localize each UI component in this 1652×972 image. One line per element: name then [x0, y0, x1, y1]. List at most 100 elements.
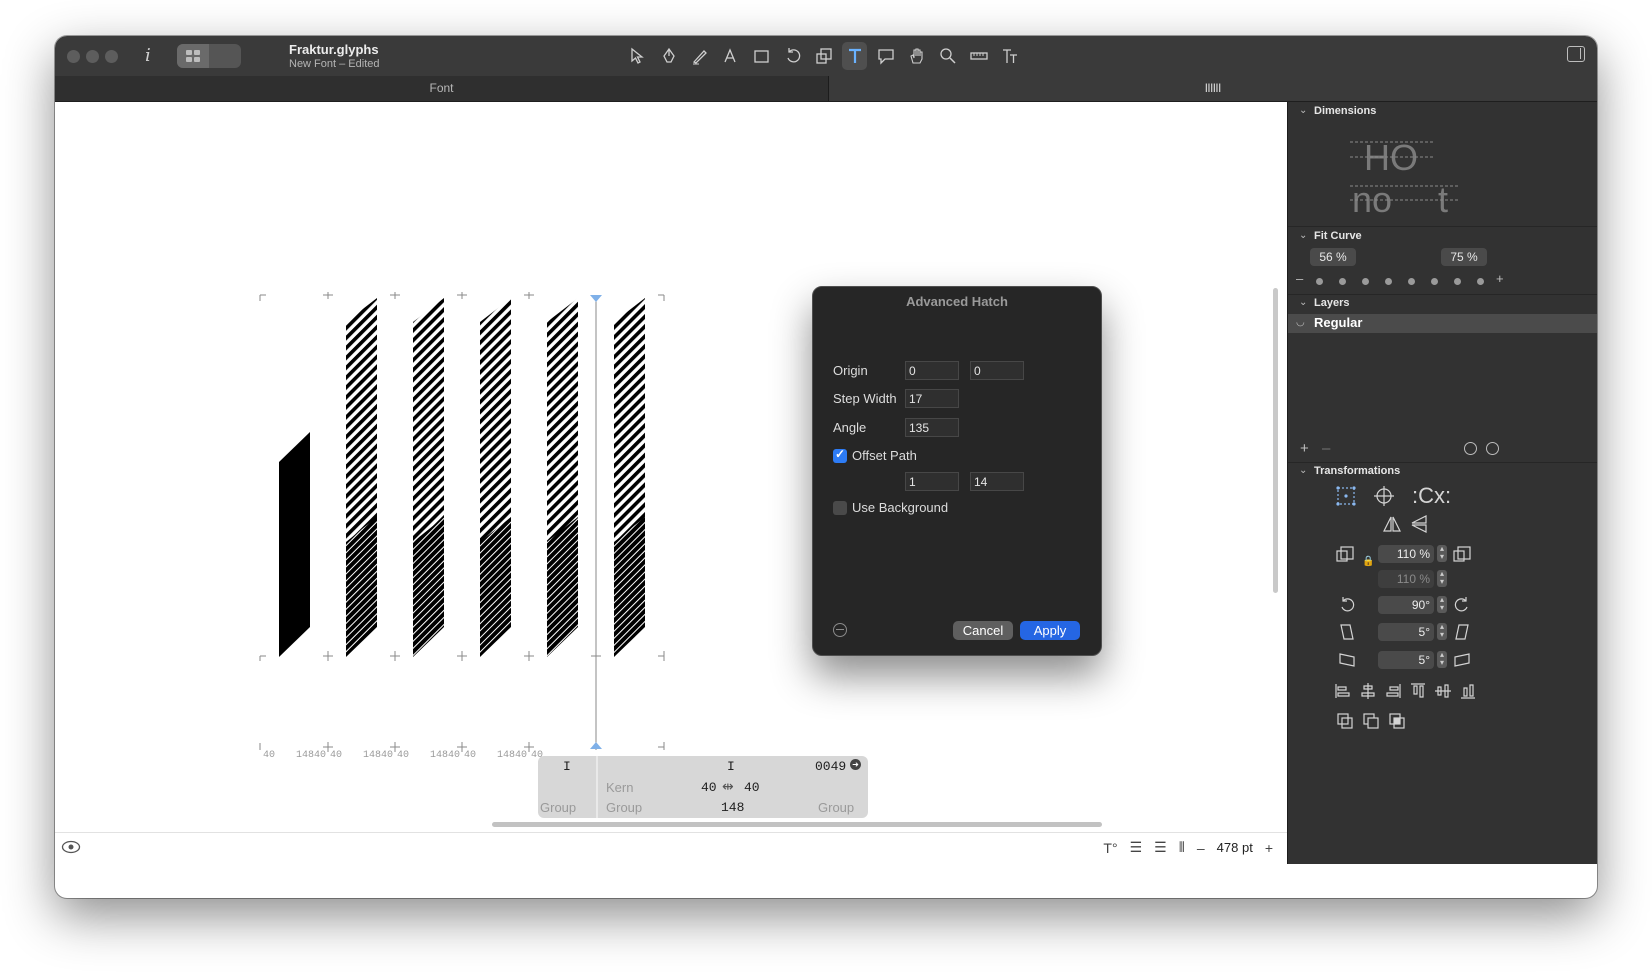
- layer-filter-icon[interactable]: [1464, 442, 1477, 455]
- cancel-button[interactable]: Cancel: [953, 621, 1013, 640]
- layer-row-regular[interactable]: ◡ Regular: [1288, 314, 1597, 333]
- glyph-i-2[interactable]: [346, 298, 377, 657]
- flip-vertical-icon[interactable]: [1409, 514, 1429, 534]
- annotation-tool-icon[interactable]: [873, 42, 898, 70]
- glyph-edit-canvas[interactable]: 40 14840 40 14840 40 14840 40 14840 40 I…: [55, 102, 1280, 858]
- rotate-ccw-icon[interactable]: [1338, 596, 1356, 614]
- origin-y-field[interactable]: 0: [970, 361, 1024, 380]
- slant-right-icon[interactable]: [1453, 623, 1471, 641]
- info-icon[interactable]: i: [145, 45, 151, 66]
- fit-curve-title[interactable]: Fit Curve: [1314, 230, 1362, 242]
- vertical-text-icon[interactable]: ⦀: [1179, 839, 1185, 856]
- edit-view-button[interactable]: [209, 44, 241, 68]
- minus-icon[interactable]: –: [1296, 271, 1303, 286]
- scale-x-field[interactable]: 110 %: [1378, 545, 1434, 563]
- vertical-scrollbar[interactable]: [1273, 288, 1278, 593]
- union-icon[interactable]: [1336, 712, 1354, 735]
- pen-tool-icon[interactable]: [656, 42, 681, 70]
- origin-x-field[interactable]: 0: [905, 361, 959, 380]
- draw-tool-icon[interactable]: [687, 42, 712, 70]
- align-right-icon[interactable]: ☰: [1154, 839, 1167, 856]
- primitives-tool-icon[interactable]: [718, 42, 743, 70]
- rotate-stepper[interactable]: ▴ ▾: [1437, 596, 1447, 613]
- transform-origin-icon[interactable]: :Cx:: [1412, 483, 1451, 509]
- sidebar-toggle-icon[interactable]: [1567, 46, 1585, 62]
- offset-a-field[interactable]: 1: [905, 472, 959, 491]
- rotate-field[interactable]: 90°: [1378, 596, 1434, 614]
- chevron-down-icon[interactable]: ⌄: [1299, 230, 1307, 241]
- left-group-label[interactable]: Group: [540, 800, 576, 815]
- fit-curve-slider[interactable]: – +: [1296, 271, 1511, 287]
- apply-button[interactable]: Apply: [1020, 621, 1080, 640]
- zoom-window-button[interactable]: [105, 50, 118, 63]
- zoom-out-button[interactable]: –: [1197, 840, 1205, 856]
- dimensions-title[interactable]: Dimensions: [1314, 105, 1376, 117]
- rectangle-tool-icon[interactable]: [749, 42, 774, 70]
- fit-curve-max-field[interactable]: 75 %: [1441, 248, 1487, 266]
- fit-curve-min-field[interactable]: 56 %: [1310, 248, 1356, 266]
- center-group-label[interactable]: Group: [606, 800, 642, 815]
- scale-x-stepper[interactable]: ▴ ▾: [1437, 545, 1447, 562]
- add-layer-button[interactable]: +: [1300, 440, 1309, 457]
- glyph-i-4[interactable]: [480, 298, 511, 657]
- layers-title[interactable]: Layers: [1314, 297, 1349, 309]
- chevron-down-icon[interactable]: ⌄: [1299, 297, 1307, 308]
- slant-left-icon[interactable]: [1338, 623, 1356, 641]
- minimize-window-button[interactable]: [86, 50, 99, 63]
- chevron-down-icon[interactable]: ⌄: [1299, 105, 1307, 116]
- font-size-value[interactable]: 478 pt: [1217, 840, 1253, 855]
- lsb-value[interactable]: 40: [701, 780, 717, 795]
- intersect-icon[interactable]: [1388, 712, 1406, 735]
- unicode-value[interactable]: 0049: [815, 759, 846, 774]
- zoom-in-button[interactable]: +: [1265, 840, 1273, 856]
- tab-edit-view[interactable]: llllll: [829, 76, 1597, 101]
- transformations-title[interactable]: Transformations: [1314, 465, 1400, 477]
- left-glyph-name[interactable]: I: [563, 759, 571, 774]
- slant-x-stepper[interactable]: ▴ ▾: [1437, 623, 1447, 640]
- subtract-icon[interactable]: [1362, 712, 1380, 735]
- step-width-field[interactable]: 17: [905, 389, 959, 408]
- scale-y-field[interactable]: 110 %: [1378, 570, 1434, 588]
- align-left-icon[interactable]: ☰: [1130, 839, 1143, 856]
- rotate-tool-icon[interactable]: [780, 42, 805, 70]
- rsb-value[interactable]: 40: [744, 780, 760, 795]
- slant-y-stepper[interactable]: ▴ ▾: [1437, 651, 1447, 668]
- view-mode-segmented-control[interactable]: [177, 44, 241, 68]
- zoom-tool-icon[interactable]: [935, 42, 960, 70]
- unicode-go-icon[interactable]: ➜: [850, 759, 861, 770]
- offset-path-checkbox[interactable]: [833, 447, 847, 463]
- chevron-down-icon[interactable]: ⌄: [1299, 465, 1307, 476]
- slant-x-field[interactable]: 5°: [1378, 623, 1434, 641]
- glyph-i-3[interactable]: [413, 298, 444, 657]
- align-right-edges-icon[interactable]: [1384, 682, 1402, 705]
- right-group-label[interactable]: Group: [818, 800, 854, 815]
- glyph-i-1[interactable]: [279, 432, 310, 657]
- align-bottom-edges-icon[interactable]: [1459, 682, 1477, 705]
- measure-tool-icon[interactable]: [966, 42, 991, 70]
- offset-b-field[interactable]: 14: [970, 472, 1024, 491]
- align-v-center-icon[interactable]: [1434, 682, 1452, 705]
- eye-icon[interactable]: [61, 840, 81, 859]
- glyph-i-5[interactable]: [547, 298, 578, 657]
- align-top-edges-icon[interactable]: [1409, 682, 1427, 705]
- scale-up-icon[interactable]: [1452, 545, 1472, 563]
- select-tool-icon[interactable]: [625, 42, 650, 70]
- align-left-edges-icon[interactable]: [1334, 682, 1352, 705]
- text-options-icon[interactable]: T°: [1103, 840, 1117, 856]
- text-tool-icon[interactable]: [842, 42, 867, 70]
- scale-down-icon[interactable]: [1335, 545, 1355, 563]
- grid-view-button[interactable]: [177, 44, 209, 68]
- type-tool-icon[interactable]: [997, 42, 1022, 70]
- plus-icon[interactable]: +: [1496, 271, 1504, 286]
- rotate-cw-icon[interactable]: [1453, 596, 1471, 614]
- glyph-i-6[interactable]: [614, 298, 645, 657]
- hand-tool-icon[interactable]: [904, 42, 929, 70]
- horizontal-scrollbar[interactable]: [492, 822, 1102, 827]
- selection-bounds-icon[interactable]: [1335, 485, 1357, 507]
- layer-eye-icon[interactable]: ◡: [1296, 317, 1305, 328]
- help-minus-icon[interactable]: [833, 623, 847, 637]
- align-h-center-icon[interactable]: [1359, 682, 1377, 705]
- scale-y-stepper[interactable]: ▴ ▾: [1437, 570, 1447, 587]
- lock-icon[interactable]: 🔒: [1362, 556, 1374, 567]
- origin-point-icon[interactable]: [1373, 485, 1395, 507]
